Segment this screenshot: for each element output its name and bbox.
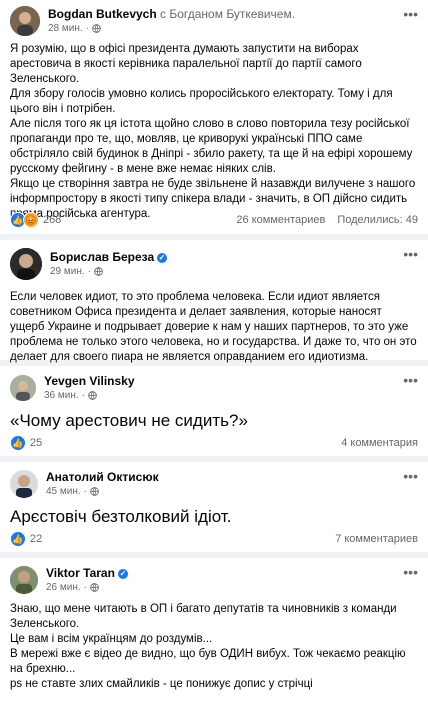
- tagged-with[interactable]: с Богданом Буткевичем.: [160, 7, 295, 21]
- post-author[interactable]: Анатолий Октисюк: [46, 470, 418, 485]
- post-bogdan: ••• Bogdan Butkevych с Богданом Буткевич…: [0, 0, 428, 234]
- verified-badge-icon: ✓: [157, 252, 168, 263]
- like-icon: 👍: [10, 435, 26, 451]
- reactions-summary[interactable]: 👍 25: [10, 435, 42, 451]
- comment-count[interactable]: 26 комментариев: [236, 214, 325, 226]
- more-dots-icon[interactable]: •••: [403, 372, 418, 388]
- post-time[interactable]: 26 мин.: [46, 581, 81, 594]
- more-dots-icon[interactable]: •••: [403, 6, 418, 22]
- post-paragraph: ps не ставте злих смайликів - це понижує…: [10, 678, 313, 690]
- post-time[interactable]: 28 мин.: [48, 22, 83, 35]
- comment-count[interactable]: 4 комментария: [341, 437, 418, 449]
- more-dots-icon[interactable]: •••: [403, 246, 418, 262]
- post-paragraph: Для збору голосів умовно колись проросій…: [10, 88, 393, 115]
- post-author[interactable]: Борислав Береза ✓: [50, 250, 418, 265]
- post-paragraph: Знаю, що мене читають в ОП і багато депу…: [10, 603, 397, 630]
- more-dots-icon[interactable]: •••: [403, 468, 418, 484]
- post-vilinsky: ••• Yevgen Vilinsky 36 мин. · «Чому арест…: [0, 366, 428, 456]
- post-time[interactable]: 45 мин.: [46, 485, 81, 498]
- like-icon: 👍: [10, 531, 26, 547]
- share-count[interactable]: Поделились: 49: [337, 214, 418, 226]
- avatar[interactable]: [10, 566, 38, 594]
- post-taran: ••• Viktor Taran ✓ 26 мин. · Знаю, що мене…: [0, 558, 428, 706]
- reaction-count: 22: [30, 533, 43, 545]
- post-paragraph: В мережі вже є відео де видно, що був ОД…: [10, 648, 406, 675]
- post-text: Арєстовіч безтолковий ідіот.: [10, 507, 232, 526]
- globe-icon: [88, 391, 97, 400]
- post-paragraph: Це вам і всім українцям до роздумів...: [10, 633, 213, 645]
- avatar[interactable]: [10, 470, 38, 498]
- reactions-summary[interactable]: 👍 22: [10, 531, 42, 547]
- angry-icon: 😡: [23, 212, 39, 228]
- globe-icon: [90, 487, 99, 496]
- comment-count[interactable]: 7 комментариев: [335, 533, 418, 545]
- post-text: Знаю, що мене читають в ОП і багато депу…: [0, 594, 428, 692]
- globe-icon: [90, 583, 99, 592]
- post-text: Если человек идиот, то это проблема чело…: [0, 280, 428, 365]
- post-bereza: ••• Борислав Береза ✓ 29 мин. · Если челов…: [0, 240, 428, 363]
- more-dots-icon[interactable]: •••: [403, 564, 418, 580]
- globe-icon: [92, 24, 101, 33]
- post-author[interactable]: Bogdan Butkevych с Богданом Буткевичем.: [48, 7, 418, 22]
- post-text: Я розумію, що в офісі президента думають…: [0, 36, 428, 222]
- post-paragraph: Если человек идиот, то это проблема чело…: [10, 291, 417, 363]
- post-time[interactable]: 29 мин.: [50, 265, 85, 278]
- verified-badge-icon: ✓: [117, 568, 128, 579]
- post-time[interactable]: 36 мин.: [44, 389, 79, 402]
- reactions-summary[interactable]: 👍 😡 268: [10, 212, 61, 228]
- post-oktysiuk: ••• Анатолий Октисюк 45 мин. · Арєстовіч …: [0, 462, 428, 552]
- avatar[interactable]: [10, 6, 40, 36]
- globe-icon: [94, 267, 103, 276]
- post-text: «Чому арестович не сидить?»: [10, 411, 248, 430]
- avatar[interactable]: [10, 248, 42, 280]
- reaction-count: 25: [30, 437, 43, 449]
- post-author[interactable]: Yevgen Vilinsky: [44, 374, 418, 389]
- reaction-count: 268: [43, 214, 62, 226]
- post-paragraph: Але після того як ця істота щойно слово …: [10, 118, 413, 175]
- post-author[interactable]: Viktor Taran ✓: [46, 566, 418, 581]
- post-paragraph: Я розумію, що в офісі президента думають…: [10, 43, 362, 85]
- avatar[interactable]: [10, 375, 36, 401]
